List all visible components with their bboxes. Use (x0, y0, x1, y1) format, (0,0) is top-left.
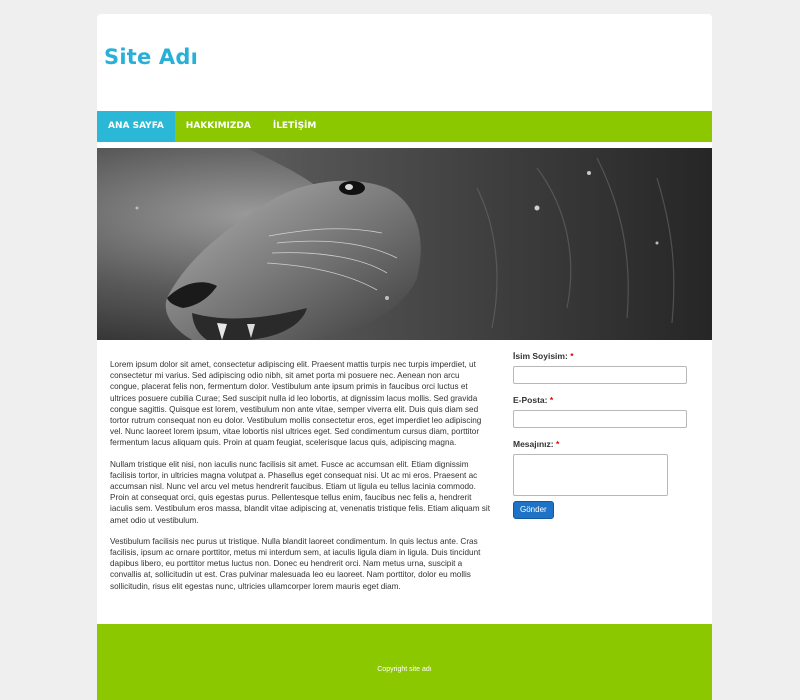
nav-item-home[interactable]: ANA SAYFA (97, 111, 175, 142)
main-content: Lorem ipsum dolor sit amet, consectetur … (110, 359, 490, 602)
nav-item-about[interactable]: HAKKIMIZDA (175, 111, 262, 142)
message-label-text: Mesajınız: (513, 439, 554, 449)
email-label-text: E-Posta: (513, 395, 548, 405)
message-label: Mesajınız: * (513, 438, 688, 451)
main-nav: ANA SAYFA HAKKIMIZDA İLETİŞİM (97, 111, 712, 142)
email-label: E-Posta: * (513, 394, 688, 407)
nav-item-contact[interactable]: İLETİŞİM (262, 111, 328, 142)
email-field[interactable] (513, 410, 687, 428)
name-label-text: İsim Soyisim: (513, 351, 568, 361)
name-label: İsim Soyisim: * (513, 350, 688, 363)
hero-lion-image (97, 148, 712, 340)
required-mark: * (549, 395, 554, 405)
required-mark: * (570, 351, 574, 361)
content-paragraph: Lorem ipsum dolor sit amet, consectetur … (110, 360, 482, 448)
name-field[interactable] (513, 366, 687, 384)
contact-form: İsim Soyisim: * E-Posta: * Mesajınız: * … (513, 350, 688, 519)
message-field[interactable] (513, 454, 668, 496)
copyright-text: Copyright site adı (377, 666, 432, 673)
header: Site Adı (97, 14, 712, 111)
footer: Copyright site adı (97, 624, 712, 700)
page-container: Site Adı ANA SAYFA HAKKIMIZDA İLETİŞİM L… (97, 14, 712, 700)
site-title[interactable]: Site Adı (104, 45, 198, 69)
submit-button[interactable]: Gönder (513, 501, 554, 519)
content-paragraph: Nullam tristique elit nisi, non iaculis … (110, 459, 490, 525)
content-paragraph: Vestibulum facilisis nec purus ut tristi… (110, 536, 481, 591)
required-mark: * (556, 439, 560, 449)
